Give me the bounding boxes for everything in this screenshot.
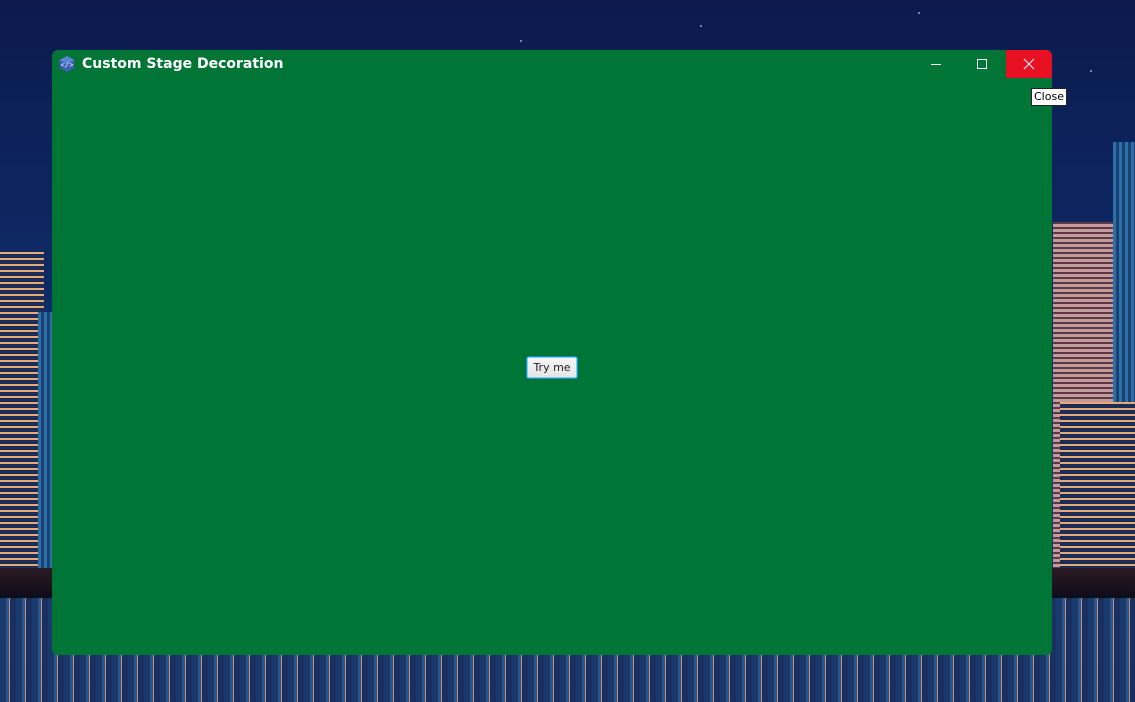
- title-bar[interactable]: </> Custom Stage Decoration: [52, 50, 1052, 80]
- window-title: Custom Stage Decoration: [82, 56, 284, 72]
- close-tooltip: Close: [1031, 88, 1067, 106]
- svg-text:</>: </>: [61, 61, 74, 69]
- star: [700, 25, 702, 27]
- building: [1060, 402, 1135, 582]
- maximize-button[interactable]: [959, 50, 1005, 78]
- minimize-button[interactable]: [913, 50, 959, 78]
- minimize-icon: [930, 55, 942, 74]
- close-icon: [1023, 55, 1035, 74]
- app-window: </> Custom Stage Decoration Try me: [52, 50, 1052, 655]
- try-me-button[interactable]: Try me: [526, 356, 578, 379]
- star: [520, 40, 522, 42]
- close-button[interactable]: [1006, 50, 1052, 78]
- maximize-icon: [976, 55, 988, 74]
- app-code-icon: </>: [58, 55, 76, 73]
- star: [1090, 70, 1092, 72]
- star: [918, 12, 920, 14]
